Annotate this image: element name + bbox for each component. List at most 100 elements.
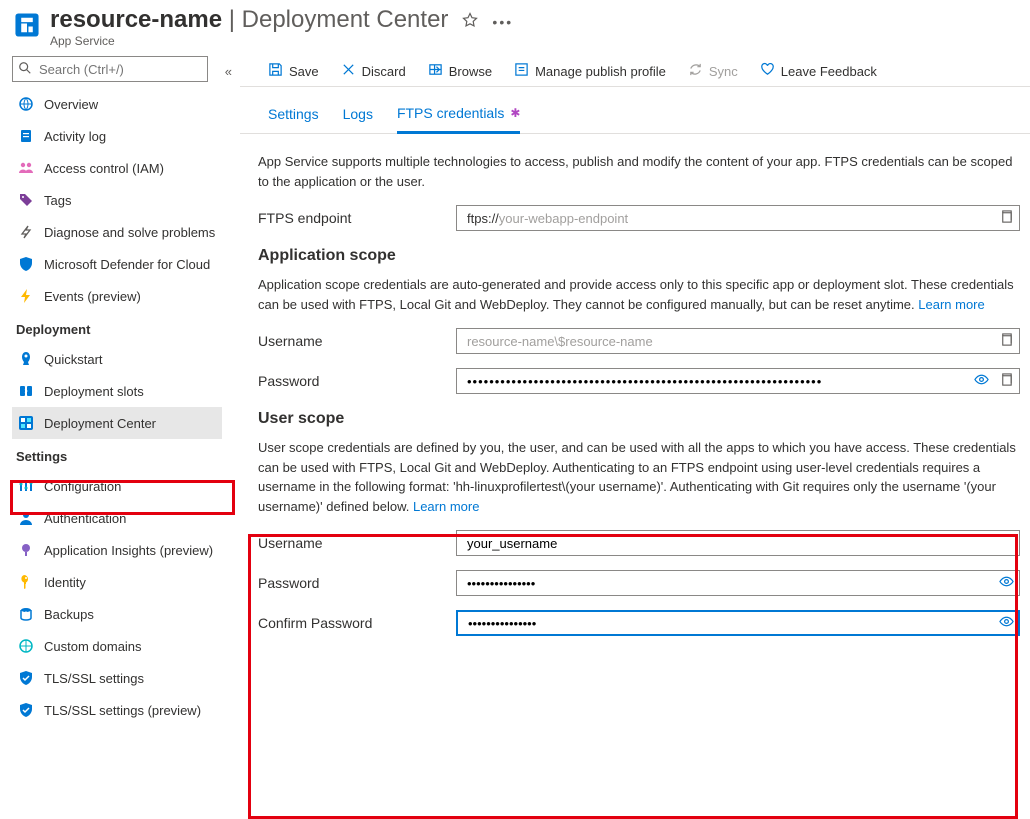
app-password-field[interactable] [456, 368, 1020, 394]
command-bar: Save Discard Browse Manage publish profi… [240, 58, 1030, 87]
sidebar-item-tls[interactable]: TLS/SSL settings [12, 662, 222, 694]
sidebar-item-activity[interactable]: Activity log [12, 120, 222, 152]
user-password-label: Password [258, 575, 456, 591]
tab-settings[interactable]: Settings [268, 105, 319, 133]
favorite-star-icon[interactable] [462, 12, 478, 31]
copy-password-icon[interactable] [999, 372, 1014, 390]
application-scope-desc: Application scope credentials are auto-g… [258, 275, 1020, 314]
page-subtitle: App Service [50, 34, 448, 48]
user-scope-heading: User scope [258, 410, 1020, 428]
app-username-field[interactable] [456, 328, 1020, 354]
sidebar-item-events[interactable]: Events (preview) [12, 280, 222, 312]
reveal-password-icon[interactable] [974, 372, 989, 390]
page-section: | Deployment Center [222, 6, 448, 33]
manage-profile-button[interactable]: Manage publish profile [514, 62, 666, 80]
auth-icon [18, 510, 34, 526]
diagnose-icon [18, 224, 34, 240]
backups-icon [18, 606, 34, 622]
reveal-user-password-icon[interactable] [999, 574, 1014, 592]
search-icon [18, 61, 32, 75]
appins-icon [18, 542, 34, 558]
more-actions-icon[interactable]: ••• [492, 14, 513, 30]
sidebar: « Overview Activity log Access control (IA… [0, 50, 240, 768]
user-password-field[interactable] [456, 570, 1020, 596]
ftps-endpoint-value: your-webapp-endpoint [499, 211, 628, 226]
sidebar-heading: Settings [12, 439, 228, 470]
sidebar-item-defender[interactable]: Microsoft Defender for Cloud [12, 248, 222, 280]
learn-more-link[interactable]: Learn more [918, 297, 984, 312]
sidebar-item-identity[interactable]: Identity [12, 566, 222, 598]
tags-icon [18, 192, 34, 208]
sidebar-item-label: Configuration [44, 479, 121, 494]
config-icon [18, 478, 34, 494]
app-service-icon [14, 12, 40, 38]
sidebar-item-label: Authentication [44, 511, 126, 526]
sidebar-item-tags[interactable]: Tags [12, 184, 222, 216]
discard-button[interactable]: Discard [341, 62, 406, 80]
sidebar-item-diagnose[interactable]: Diagnose and solve problems [12, 216, 222, 248]
user-confirm-password-field[interactable] [456, 610, 1020, 636]
sidebar-item-config[interactable]: Configuration [12, 470, 222, 502]
search-input[interactable] [12, 56, 208, 82]
user-confirm-label: Confirm Password [258, 615, 456, 631]
sidebar-item-quickstart[interactable]: Quickstart [12, 343, 222, 375]
application-scope-heading: Application scope [258, 247, 1020, 265]
heart-icon [760, 62, 775, 80]
sidebar-item-backups[interactable]: Backups [12, 598, 222, 630]
tlsprev-icon [18, 702, 34, 718]
profile-icon [514, 62, 529, 80]
sidebar-item-label: Deployment Center [44, 416, 156, 431]
ftps-endpoint-label: FTPS endpoint [258, 210, 456, 226]
copy-username-icon[interactable] [999, 332, 1014, 350]
sidebar-item-appins[interactable]: Application Insights (preview) [12, 534, 222, 566]
sidebar-item-label: Tags [44, 193, 71, 208]
page-header: resource-name | Deployment Center App Se… [0, 0, 1030, 50]
unsaved-indicator-icon: ✱ [510, 106, 520, 120]
sidebar-item-label: Deployment slots [44, 384, 144, 399]
overview-icon [18, 96, 34, 112]
app-username-label: Username [258, 333, 456, 349]
user-username-field[interactable] [456, 530, 1020, 556]
sidebar-item-label: Diagnose and solve problems [44, 225, 215, 240]
sync-button: Sync [688, 62, 738, 80]
sidebar-item-label: Identity [44, 575, 86, 590]
sidebar-item-label: Custom domains [44, 639, 142, 654]
sidebar-item-domains[interactable]: Custom domains [12, 630, 222, 662]
reveal-confirm-password-icon[interactable] [999, 614, 1014, 632]
sidebar-search[interactable] [12, 56, 208, 82]
sidebar-item-dc[interactable]: Deployment Center [12, 407, 222, 439]
ftps-endpoint-field[interactable]: ftps://your-webapp-endpoint [456, 205, 1020, 231]
feedback-button[interactable]: Leave Feedback [760, 62, 877, 80]
identity-icon [18, 574, 34, 590]
sidebar-item-label: Microsoft Defender for Cloud [44, 257, 210, 272]
defender-icon [18, 256, 34, 272]
tls-icon [18, 670, 34, 686]
activity-icon [18, 128, 34, 144]
sidebar-item-label: Events (preview) [44, 289, 141, 304]
app-password-label: Password [258, 373, 456, 389]
resource-name-text: resource-name [50, 6, 222, 33]
sidebar-item-iam[interactable]: Access control (IAM) [12, 152, 222, 184]
sidebar-item-overview[interactable]: Overview [12, 88, 222, 120]
sidebar-item-tlsprev[interactable]: TLS/SSL settings (preview) [12, 694, 222, 726]
save-icon [268, 62, 283, 80]
ftps-panel: App Service supports multiple technologi… [240, 134, 1030, 636]
user-username-label: Username [258, 535, 456, 551]
save-button[interactable]: Save [268, 62, 319, 80]
quickstart-icon [18, 351, 34, 367]
tab-logs[interactable]: Logs [343, 105, 373, 133]
sidebar-item-label: Activity log [44, 129, 106, 144]
browse-button[interactable]: Browse [428, 62, 492, 80]
copy-endpoint-icon[interactable] [999, 209, 1014, 227]
sidebar-item-auth[interactable]: Authentication [12, 502, 222, 534]
sidebar-item-slots[interactable]: Deployment slots [12, 375, 222, 407]
sidebar-list[interactable]: Overview Activity log Access control (IAM)… [12, 88, 230, 768]
domains-icon [18, 638, 34, 654]
iam-icon [18, 160, 34, 176]
learn-more-link-2[interactable]: Learn more [413, 499, 479, 514]
collapse-sidebar-icon[interactable]: « [225, 64, 232, 79]
sidebar-item-label: Overview [44, 97, 98, 112]
sidebar-item-label: TLS/SSL settings [44, 671, 144, 686]
tab-ftps-credentials[interactable]: FTPS credentials✱ [397, 105, 520, 134]
sidebar-item-label: TLS/SSL settings (preview) [44, 703, 201, 718]
